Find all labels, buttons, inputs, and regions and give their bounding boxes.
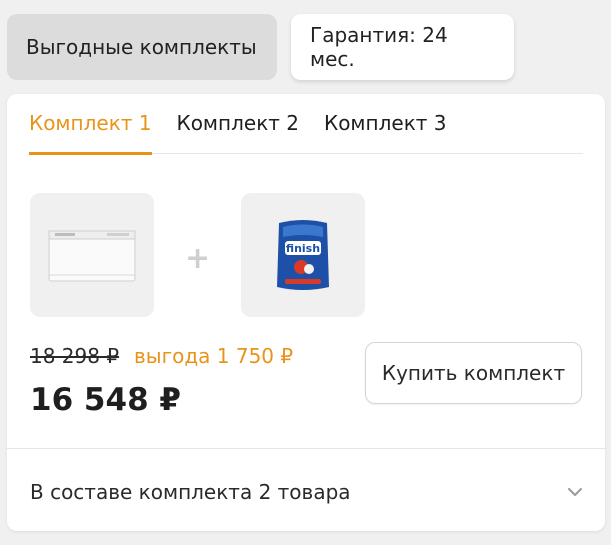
finish-detergent-image: finish xyxy=(277,220,329,290)
old-price: 18 298 ₽ xyxy=(30,344,120,368)
bundle-price: 16 548 ₽ xyxy=(30,382,182,418)
plus-icon: + xyxy=(185,241,211,276)
tab-bundles-label: Выгодные комплекты xyxy=(26,35,257,59)
tab-kit-3[interactable]: Комплект 3 xyxy=(324,94,447,154)
tab-warranty-label: Гарантия: 24 мес. xyxy=(310,23,448,71)
product-thumbnail-detergent[interactable]: finish xyxy=(241,193,365,317)
bundle-composition-toggle[interactable]: В составе комплекта 2 товара xyxy=(30,480,351,504)
bundle-card: Комплект 1 Комплект 2 Комплект 3 + finis… xyxy=(7,94,605,531)
tab-kit-1[interactable]: Комплект 1 xyxy=(29,94,152,155)
kit-tabs: Комплект 1 Комплект 2 Комплект 3 xyxy=(29,94,583,155)
divider xyxy=(7,448,605,449)
chevron-down-icon[interactable] xyxy=(567,487,583,497)
product-thumbnail-dishwasher[interactable] xyxy=(30,193,154,317)
tab-warranty[interactable]: Гарантия: 24 мес. xyxy=(291,14,514,80)
tab-bundles[interactable]: Выгодные комплекты xyxy=(7,14,277,80)
dishwasher-image xyxy=(48,230,136,282)
saving-amount: выгода 1 750 ₽ xyxy=(134,344,294,368)
top-tabs: Выгодные комплекты Гарантия: 24 мес. xyxy=(7,14,514,80)
buy-bundle-button[interactable]: Купить комплект xyxy=(365,342,582,404)
tab-kit-2[interactable]: Комплект 2 xyxy=(177,94,300,154)
svg-text:finish: finish xyxy=(286,242,320,255)
